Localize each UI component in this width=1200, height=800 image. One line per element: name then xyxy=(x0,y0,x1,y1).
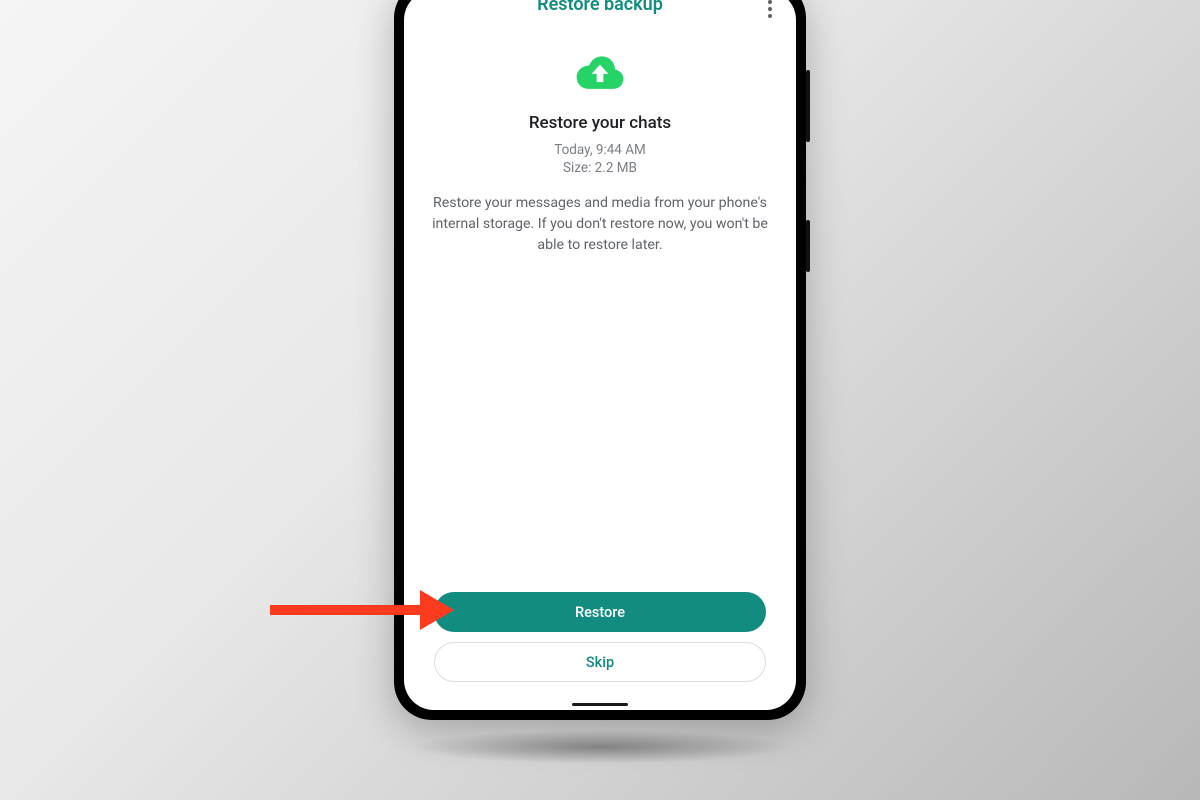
phone-screen: Restore backup Restore your chats Today,… xyxy=(404,0,796,710)
cloud-upload-icon xyxy=(573,53,627,93)
power-button xyxy=(806,220,810,272)
restore-subtitle: Restore your chats xyxy=(529,113,671,133)
backup-meta: Today, 9:44 AM Size: 2.2 MB xyxy=(554,141,646,177)
footer-actions: Restore Skip xyxy=(404,592,796,710)
page-title: Restore backup xyxy=(537,0,663,15)
backup-size: Size: 2.2 MB xyxy=(554,159,646,177)
volume-button xyxy=(806,70,810,142)
skip-button[interactable]: Skip xyxy=(434,642,766,682)
restore-button[interactable]: Restore xyxy=(434,592,766,632)
app-header: Restore backup xyxy=(404,0,796,23)
phone-shadow xyxy=(410,730,790,764)
backup-time: Today, 9:44 AM xyxy=(554,141,646,159)
home-indicator xyxy=(572,703,628,706)
phone-frame: Restore backup Restore your chats Today,… xyxy=(394,0,806,720)
main-content: Restore your chats Today, 9:44 AM Size: … xyxy=(404,23,796,592)
more-vert-icon[interactable] xyxy=(760,0,780,24)
restore-description: Restore your messages and media from you… xyxy=(432,193,768,256)
